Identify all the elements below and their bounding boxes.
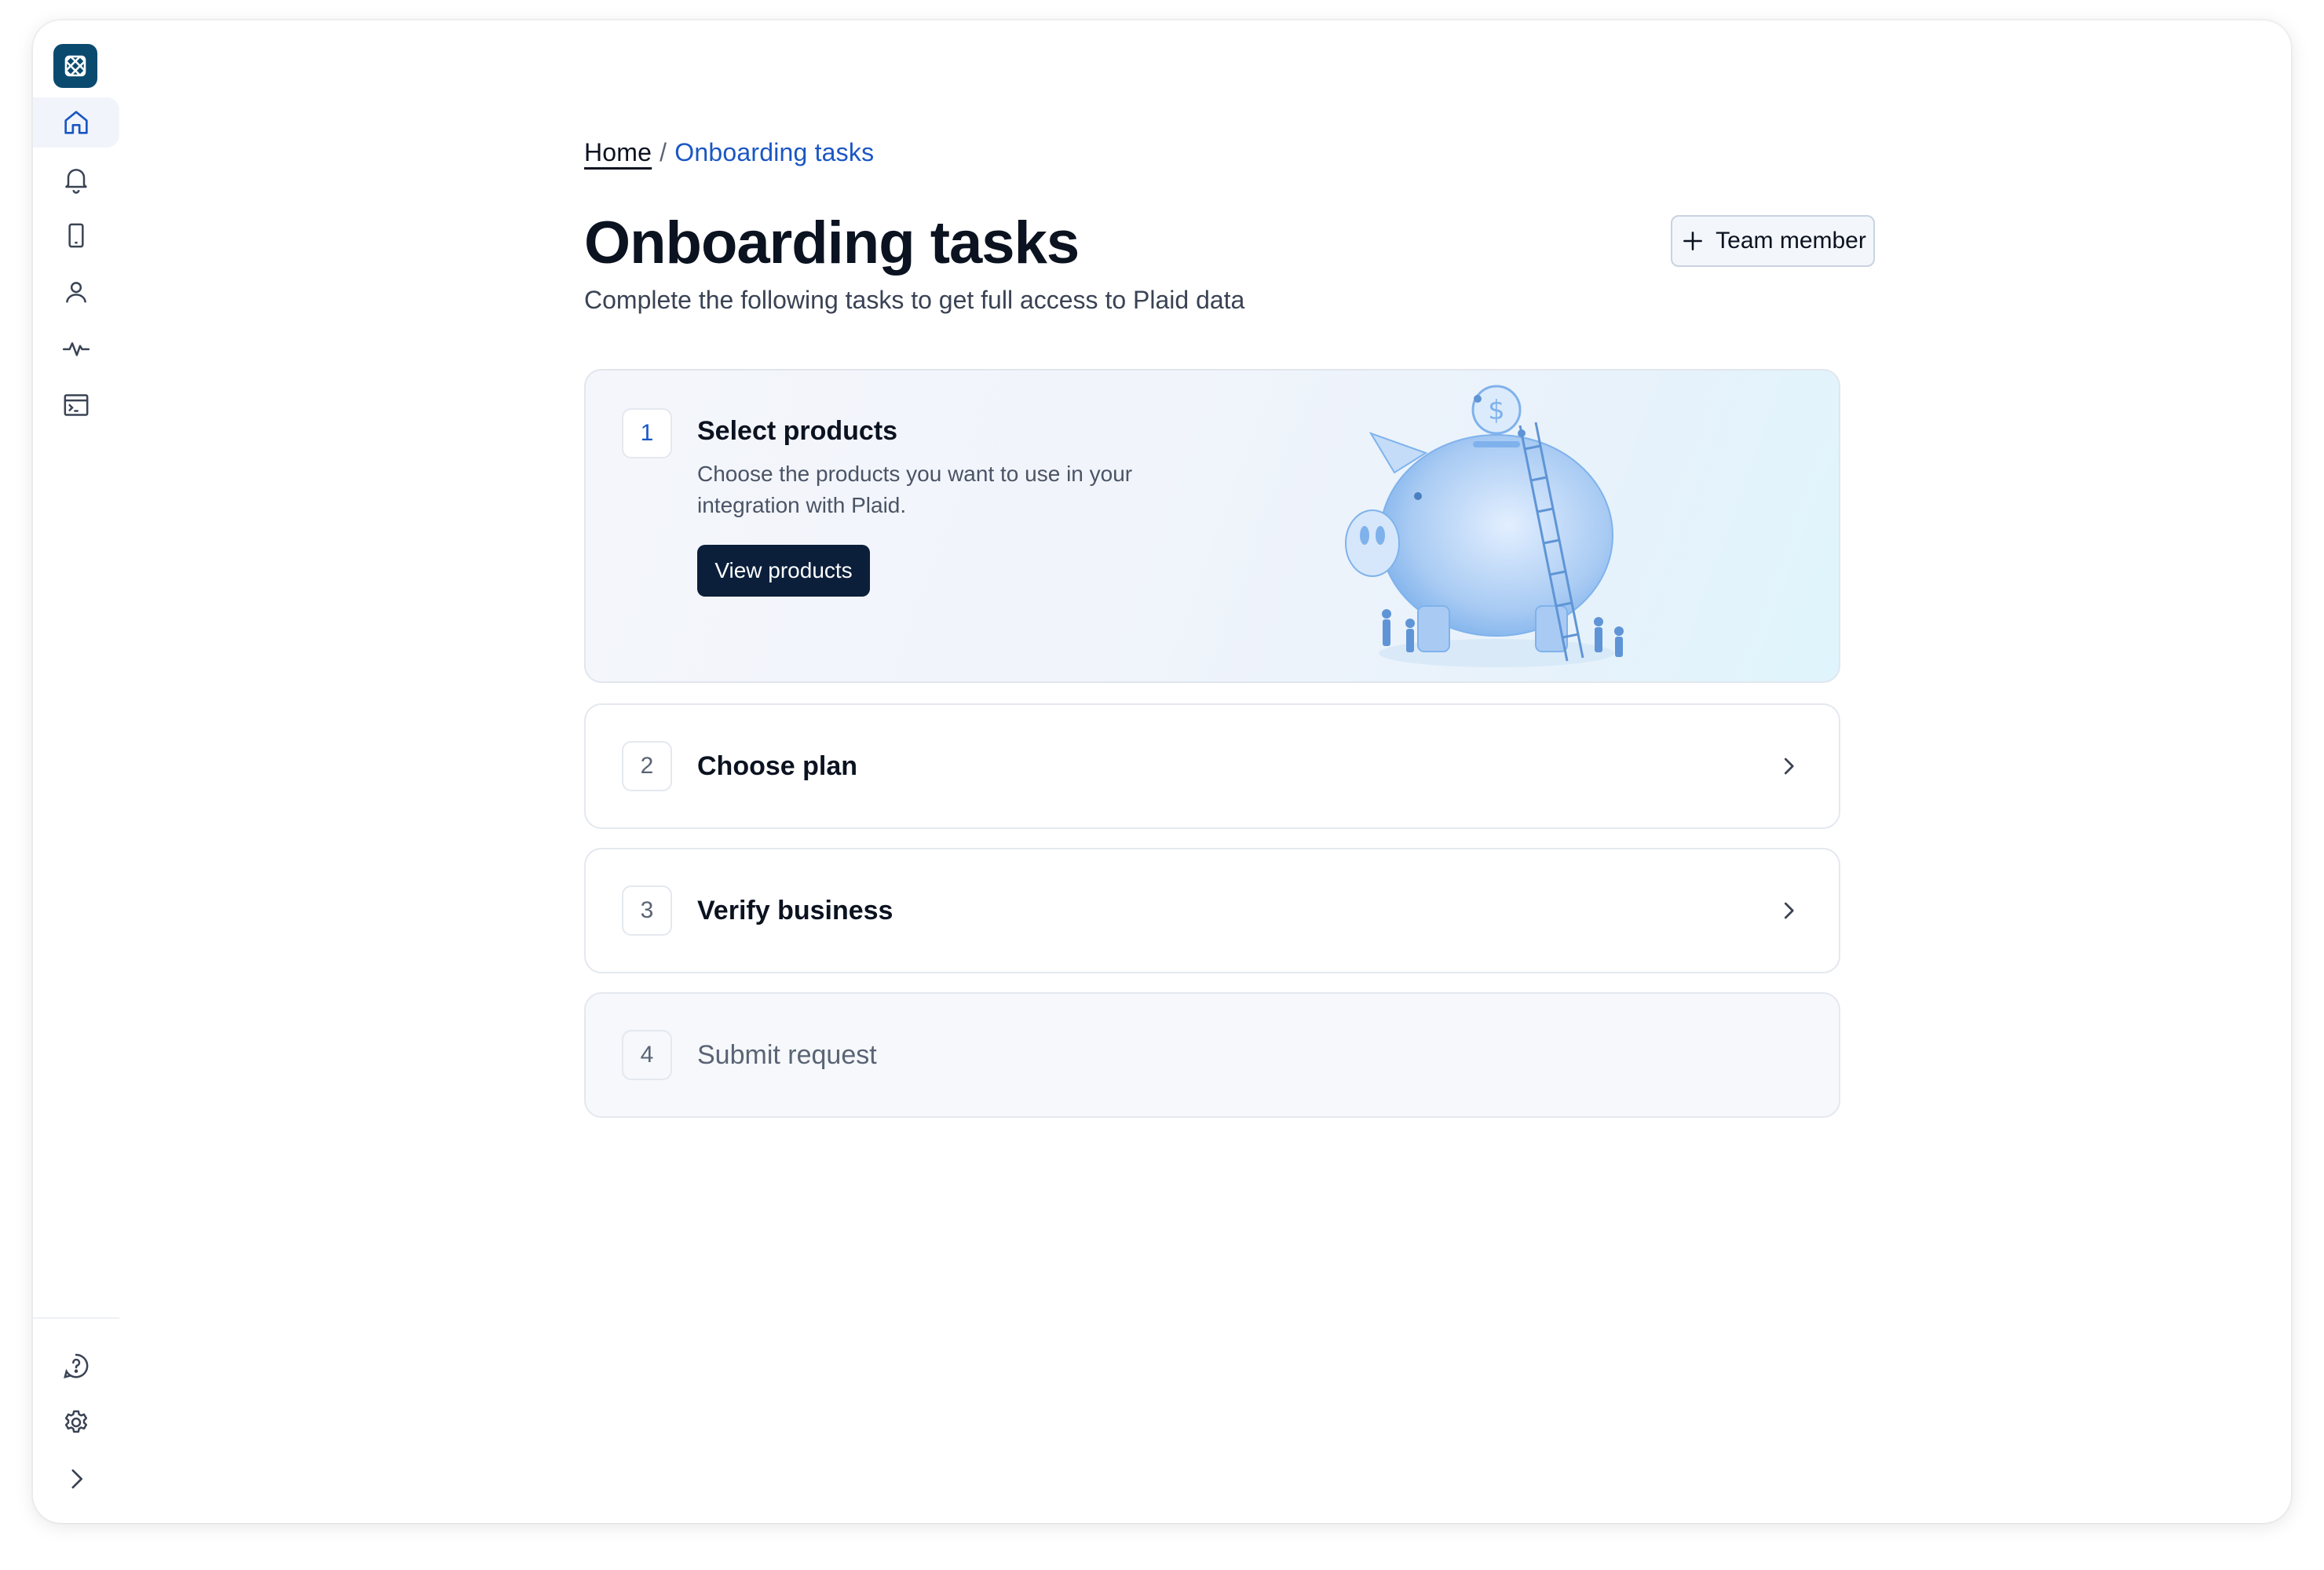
chevron-right-icon xyxy=(1784,902,1794,919)
breadcrumb-separator: / xyxy=(660,138,667,166)
main-content: Home / Onboarding tasks Onboarding tasks… xyxy=(584,20,1875,1523)
task-title: Select products xyxy=(697,416,898,446)
sidebar-item-account[interactable] xyxy=(33,267,119,317)
add-team-member-button[interactable]: Team member xyxy=(1671,215,1875,267)
sidebar-item-activity[interactable] xyxy=(33,323,119,374)
task-card-submit-request: 4 Submit request xyxy=(584,992,1840,1118)
task-number: 3 xyxy=(622,885,672,936)
svg-text:$: $ xyxy=(1488,395,1505,426)
task-title: Choose plan xyxy=(697,750,858,781)
user-icon xyxy=(66,282,86,303)
task-number: 1 xyxy=(622,408,672,458)
page-title: Onboarding tasks xyxy=(584,210,1080,276)
sidebar-item-developer[interactable] xyxy=(33,380,119,430)
sidebar-item-home[interactable] xyxy=(33,97,119,148)
gear-icon xyxy=(64,1410,88,1433)
add-team-member-label: Team member xyxy=(1716,228,1866,254)
task-card-select-products: 1 Select products Choose the products yo… xyxy=(584,369,1840,683)
app-window: Home / Onboarding tasks Onboarding tasks… xyxy=(33,20,2291,1523)
chevron-right-icon xyxy=(1784,758,1794,775)
sidebar-item-settings[interactable] xyxy=(33,1397,119,1448)
task-title: Submit request xyxy=(697,1039,877,1070)
sidebar-divider xyxy=(33,1317,119,1319)
breadcrumb-current: Onboarding tasks xyxy=(674,138,875,166)
phone-icon xyxy=(68,223,84,248)
chevron-right-icon xyxy=(71,1469,82,1489)
sidebar-item-notifications[interactable] xyxy=(33,154,119,204)
piggy-bank-illustration: $ xyxy=(1345,385,1624,667)
sidebar-expand-button[interactable] xyxy=(33,1454,119,1504)
sidebar-item-device[interactable] xyxy=(33,210,119,261)
task-card-verify-business[interactable]: 3 Verify business xyxy=(584,848,1840,973)
task-description: Choose the products you want to use in y… xyxy=(697,462,1133,517)
sidebar xyxy=(33,20,119,1523)
plus-icon xyxy=(1683,232,1703,250)
sidebar-item-help[interactable] xyxy=(33,1341,119,1391)
task-title: Verify business xyxy=(697,895,893,926)
view-products-button[interactable]: View products xyxy=(697,545,870,597)
task-number: 4 xyxy=(622,1030,672,1080)
breadcrumb-home-link[interactable]: Home xyxy=(584,138,652,167)
terminal-icon xyxy=(64,394,89,416)
task-number: 2 xyxy=(622,741,672,791)
bell-icon xyxy=(65,169,87,194)
help-icon xyxy=(64,1353,89,1378)
activity-icon xyxy=(62,342,90,356)
page-subtitle: Complete the following tasks to get full… xyxy=(584,286,1245,314)
home-icon xyxy=(64,111,88,134)
plaid-logo-icon[interactable] xyxy=(53,44,97,88)
task-card-choose-plan[interactable]: 2 Choose plan xyxy=(584,703,1840,829)
breadcrumb: Home / Onboarding tasks xyxy=(584,138,874,167)
